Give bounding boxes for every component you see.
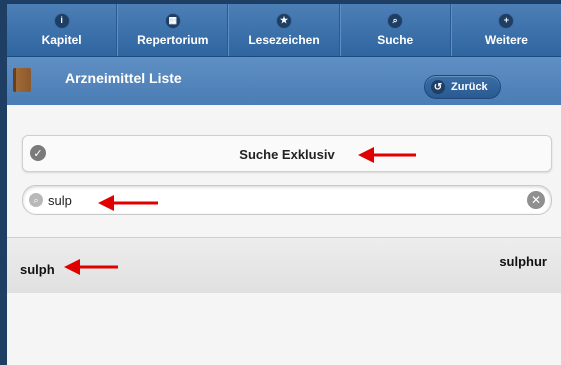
nav-item-suche[interactable]: ⌕ Suche bbox=[339, 4, 451, 56]
nav-item-lesezeichen[interactable]: ★ Lesezeichen bbox=[228, 4, 340, 56]
window-left-border bbox=[0, 0, 7, 365]
search-icon: ⌕ bbox=[388, 13, 403, 28]
result-remedy-abbrev: sulph bbox=[20, 262, 55, 277]
nav-item-kapitel[interactable]: i Kapitel bbox=[7, 4, 118, 56]
nav-item-weitere[interactable]: + Weitere bbox=[450, 4, 561, 56]
page-title: Arzneimittel Liste bbox=[65, 70, 182, 86]
app-frame: i Kapitel ▦ Repertorium ★ Lesezeichen ⌕ … bbox=[0, 0, 561, 365]
search-icon: ⌕ bbox=[29, 193, 43, 207]
info-icon: i bbox=[54, 13, 69, 28]
grid-icon: ▦ bbox=[165, 13, 180, 28]
clear-icon[interactable]: ✕ bbox=[527, 191, 545, 209]
nav-label: Suche bbox=[377, 32, 414, 47]
navbar: i Kapitel ▦ Repertorium ★ Lesezeichen ⌕ … bbox=[7, 4, 561, 57]
back-arrow-icon: ↺ bbox=[431, 80, 445, 94]
nav-label: Kapitel bbox=[41, 32, 82, 47]
list-empty-area bbox=[7, 293, 561, 365]
star-icon: ★ bbox=[277, 13, 291, 28]
book-icon bbox=[13, 68, 31, 92]
suche-exklusiv-toggle[interactable]: ✓ Suche Exklusiv bbox=[22, 135, 552, 172]
nav-item-repertorium[interactable]: ▦ Repertorium bbox=[117, 4, 229, 56]
page-header: Arzneimittel Liste ↺ Zurück bbox=[7, 57, 561, 105]
back-button[interactable]: ↺ Zurück bbox=[424, 75, 501, 99]
back-label: Zurück bbox=[451, 81, 488, 93]
annotation-arrow-result bbox=[64, 259, 118, 275]
nav-label: Lesezeichen bbox=[248, 32, 320, 47]
nav-label: Repertorium bbox=[137, 32, 209, 47]
result-remedy-name: sulphur bbox=[499, 254, 547, 269]
annotation-arrow-search bbox=[98, 195, 158, 211]
suche-exklusiv-label: Suche Exklusiv bbox=[239, 147, 335, 162]
plus-icon: + bbox=[499, 13, 514, 28]
annotation-arrow-exklusiv bbox=[358, 147, 416, 163]
nav-label: Weitere bbox=[484, 32, 528, 47]
